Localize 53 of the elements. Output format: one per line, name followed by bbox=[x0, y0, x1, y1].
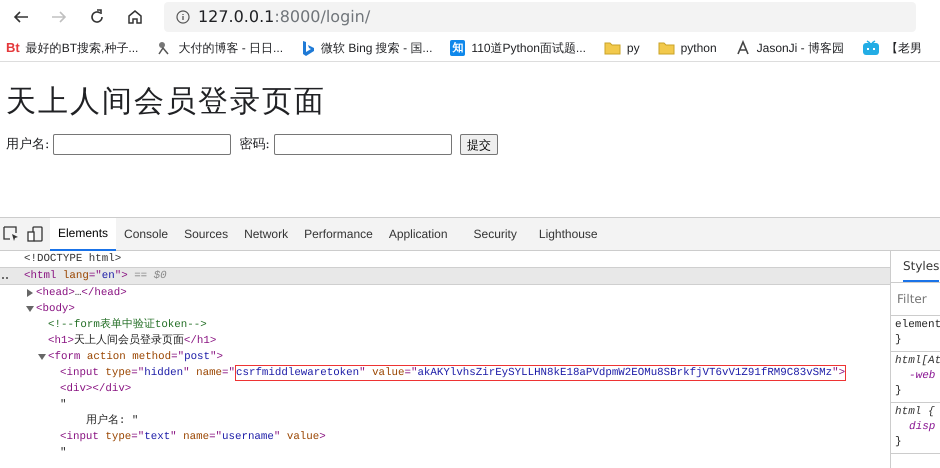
code-line[interactable]: <html lang="en"> == $0 bbox=[24, 268, 167, 284]
username-label: 用户名: bbox=[6, 136, 50, 154]
info-icon[interactable] bbox=[176, 10, 190, 24]
url-text: 127.0.0.1:8000/login/ bbox=[198, 6, 370, 28]
devtools-tab[interactable]: Sources bbox=[176, 218, 236, 250]
bookmark[interactable]: 知 110道Python面试题... bbox=[444, 38, 592, 56]
password-field[interactable] bbox=[274, 134, 452, 155]
devtools-tab[interactable]: Application bbox=[380, 218, 456, 250]
bookmark[interactable]: 大付的博客 - 日日... bbox=[150, 38, 290, 56]
zhihu-logo-icon: 知 bbox=[450, 40, 466, 56]
bookmark[interactable]: Bt 最好的BT搜索,种子... bbox=[0, 38, 144, 56]
reload-icon bbox=[88, 8, 106, 26]
devtools-tab[interactable]: Elements bbox=[50, 218, 116, 250]
inspect-icon[interactable] bbox=[2, 225, 20, 243]
code-line[interactable]: " 用户名: " bbox=[60, 397, 138, 429]
code-line[interactable]: <form action method="post"> bbox=[48, 349, 223, 365]
bookmark[interactable]: JasonJi - 博客园 bbox=[728, 38, 850, 56]
tv-icon bbox=[862, 40, 880, 56]
devtools-tab[interactable]: Security bbox=[466, 218, 525, 250]
page-heading: 天上人间会员登录页面 bbox=[6, 84, 327, 120]
code-line[interactable]: " bbox=[60, 445, 66, 461]
devtools-tab[interactable]: Performance bbox=[296, 218, 381, 250]
bookmark[interactable]: 【老男 bbox=[856, 38, 928, 56]
code-line[interactable]: <body> bbox=[36, 301, 75, 317]
code-line[interactable]: <div></div> bbox=[60, 381, 132, 397]
expanded-triangle-icon[interactable] bbox=[38, 353, 46, 361]
username-field[interactable] bbox=[53, 134, 232, 155]
device-toolbar-icon[interactable] bbox=[26, 225, 44, 243]
style-rule: html[At -web } bbox=[891, 352, 940, 403]
code-line[interactable]: <!DOCTYPE html> bbox=[24, 251, 122, 267]
logo-icon bbox=[734, 40, 751, 56]
style-rule: element } bbox=[891, 316, 940, 352]
style-rule: html { disp } bbox=[891, 403, 940, 454]
bookmark[interactable]: py bbox=[598, 38, 646, 56]
home-icon bbox=[126, 8, 144, 26]
submit-button[interactable]: 提交 bbox=[460, 134, 498, 155]
code-line[interactable]: <head>…</head> bbox=[36, 285, 127, 301]
bookmark[interactable]: 微软 Bing 搜索 - 国... bbox=[295, 38, 438, 56]
devtools-tab[interactable]: Console bbox=[116, 218, 176, 250]
folder-icon bbox=[604, 40, 621, 54]
folder-icon bbox=[658, 40, 675, 54]
collapsed-triangle-icon[interactable] bbox=[26, 289, 34, 297]
address-bar[interactable]: 127.0.0.1:8000/login/ bbox=[164, 2, 916, 32]
expanded-triangle-icon[interactable] bbox=[26, 305, 34, 313]
code-line[interactable]: <input type="text" name="username" value> bbox=[60, 429, 326, 445]
code-line[interactable]: <h1>天上人间会员登录页面</h1> bbox=[48, 333, 216, 349]
code-comment[interactable]: <!--form表单中验证token--> bbox=[48, 317, 207, 333]
bookmark[interactable]: python bbox=[652, 38, 723, 56]
devtools-tab[interactable]: Network bbox=[236, 218, 296, 250]
bing-logo-icon bbox=[301, 40, 316, 56]
devtools-tab[interactable]: Lighthouse bbox=[530, 218, 606, 250]
password-label: 密码: bbox=[239, 136, 270, 154]
bt-logo-icon: Bt bbox=[6, 40, 20, 56]
